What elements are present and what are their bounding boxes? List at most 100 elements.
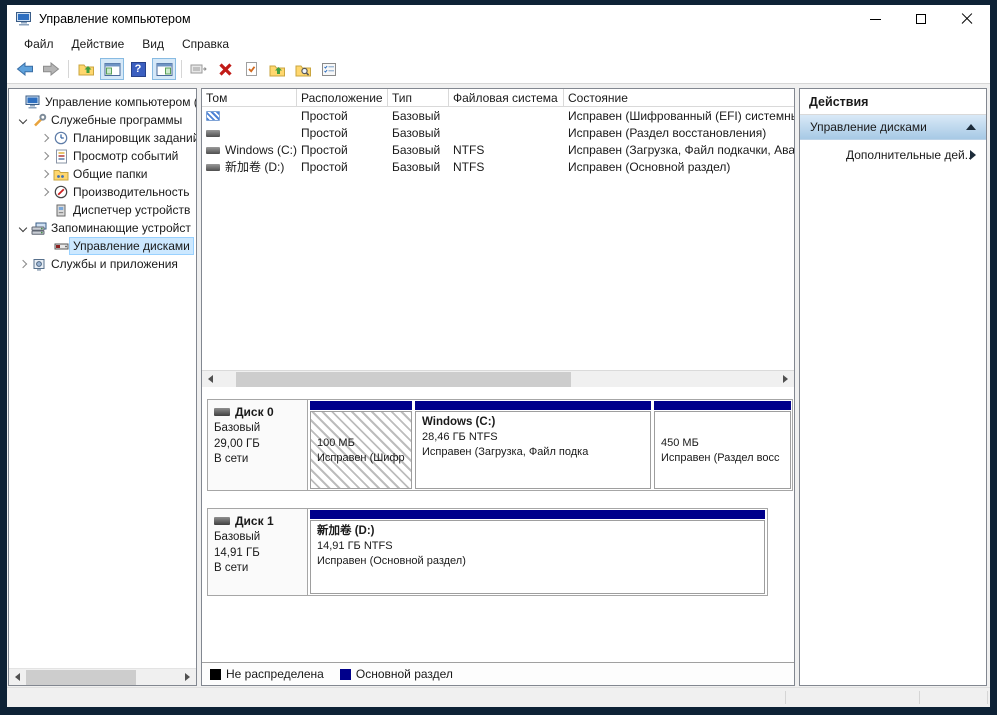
volume-status: Исправен (Шифрованный (EFI) системнь: [564, 109, 794, 123]
unallocated-color-swatch: [210, 669, 221, 680]
expand-collapse-toggle[interactable]: [37, 131, 52, 145]
partition-title: 新加卷 (D:): [317, 523, 758, 539]
expander-placeholder: [37, 203, 52, 217]
volume-row-recovery[interactable]: Простой Базовый Исправен (Раздел восстан…: [202, 124, 794, 141]
maximize-button[interactable]: [898, 5, 944, 33]
menu-view[interactable]: Вид: [133, 35, 173, 53]
tree-item-disk-management[interactable]: Управление дисками: [9, 237, 196, 255]
tree-item-shared-folders[interactable]: Общие папки: [9, 165, 196, 183]
show-action-pane-button[interactable]: [152, 58, 176, 80]
tree-item-system-tools[interactable]: Служебные программы: [9, 111, 196, 129]
computer-icon: [24, 94, 42, 110]
chevron-right-icon: [40, 170, 48, 178]
expand-collapse-toggle[interactable]: [15, 113, 30, 127]
tree-item-device-manager[interactable]: Диспетчер устройств: [9, 201, 196, 219]
shared-folders-icon: [52, 166, 70, 182]
efi-volume-icon: [206, 111, 220, 121]
tree-item-label: Общие папки: [70, 166, 150, 182]
forward-button[interactable]: [39, 58, 63, 80]
scrollbar-thumb[interactable]: [236, 372, 571, 387]
volume-type: Базовый: [388, 143, 449, 157]
expand-collapse-toggle[interactable]: [37, 185, 52, 199]
toolbar: ?: [7, 55, 990, 84]
task-list-button[interactable]: [317, 58, 341, 80]
explore-button[interactable]: [291, 58, 315, 80]
scroll-left-arrow[interactable]: [202, 371, 219, 388]
disk-0-label[interactable]: Диск 0 Базовый 29,00 ГБ В сети: [208, 400, 308, 490]
disk-0-row: Диск 0 Базовый 29,00 ГБ В сети 100 МБ Ис…: [207, 399, 793, 491]
partition-color-bar: [310, 401, 412, 410]
expander-placeholder: [37, 239, 52, 253]
volume-filesystem: NTFS: [449, 143, 564, 157]
column-header-status[interactable]: Состояние: [564, 89, 794, 106]
disk-management-panel: Том Расположение Тип Файловая система Со…: [201, 88, 795, 686]
expand-collapse-toggle[interactable]: [37, 149, 52, 163]
actions-item-more-actions[interactable]: Дополнительные дей...: [800, 140, 986, 170]
volume-row-efi[interactable]: Простой Базовый Исправен (Шифрованный (E…: [202, 107, 794, 124]
task-scheduler-icon: [52, 130, 70, 146]
disk-status: В сети: [214, 561, 301, 577]
legend-unallocated: Не распределена: [210, 667, 324, 681]
checklist-icon: [321, 62, 337, 77]
delete-button[interactable]: [213, 58, 237, 80]
tree-item-services-applications[interactable]: Службы и приложения: [9, 255, 196, 273]
tree-item-event-viewer[interactable]: Просмотр событий: [9, 147, 196, 165]
volume-layout: Простой: [297, 109, 388, 123]
scrollbar-thumb[interactable]: [26, 670, 136, 685]
column-header-volume[interactable]: Том: [202, 89, 297, 106]
menu-help[interactable]: Справка: [173, 35, 238, 53]
collapse-up-icon: [966, 124, 976, 130]
up-one-level-button[interactable]: [74, 58, 98, 80]
menu-action[interactable]: Действие: [63, 35, 134, 53]
scroll-right-arrow[interactable]: [179, 669, 196, 686]
scrollbar-track[interactable]: [26, 669, 179, 686]
volume-list-horizontal-scrollbar[interactable]: [202, 370, 794, 387]
chevron-right-icon: [40, 134, 48, 142]
expand-collapse-toggle[interactable]: [15, 221, 30, 235]
scroll-left-arrow[interactable]: [9, 669, 26, 686]
properties-button[interactable]: [239, 58, 263, 80]
export-list-button[interactable]: [187, 58, 211, 80]
expand-collapse-toggle[interactable]: [15, 257, 30, 271]
partition-windows-c[interactable]: Windows (C:) 28,46 ГБ NTFS Исправен (Заг…: [415, 401, 651, 489]
column-header-type[interactable]: Тип: [388, 89, 449, 106]
maximize-icon: [916, 14, 926, 24]
export-list-icon: [190, 63, 208, 75]
partition-efi[interactable]: 100 МБ Исправен (Шифр: [310, 401, 412, 489]
partition-recovery[interactable]: 450 МБ Исправен (Раздел восс: [654, 401, 791, 489]
column-header-filesystem[interactable]: Файловая система: [449, 89, 564, 106]
tree-horizontal-scrollbar[interactable]: [9, 668, 196, 685]
volume-row-d[interactable]: 新加卷 (D:) Простой Базовый NTFS Исправен (…: [202, 158, 794, 175]
minimize-button[interactable]: [852, 5, 898, 33]
tree-item-storage[interactable]: Запоминающие устройст: [9, 219, 196, 237]
back-button[interactable]: [13, 58, 37, 80]
menu-file[interactable]: Файл: [15, 35, 63, 53]
tree-item-performance[interactable]: Производительность: [9, 183, 196, 201]
event-viewer-icon: [52, 148, 70, 164]
actions-group-disk-management[interactable]: Управление дисками: [800, 115, 986, 140]
open-button[interactable]: [265, 58, 289, 80]
volume-row-windows-c[interactable]: Windows (C:) Простой Базовый NTFS Исправ…: [202, 141, 794, 158]
folder-up-icon: [78, 62, 95, 76]
scroll-right-arrow[interactable]: [777, 371, 794, 388]
toolbar-separator: [181, 60, 182, 78]
disk-1-label[interactable]: Диск 1 Базовый 14,91 ГБ В сети: [208, 509, 308, 595]
tree-item-task-scheduler[interactable]: Планировщик заданий: [9, 129, 196, 147]
chevron-down-icon: [18, 116, 26, 124]
scrollbar-track[interactable]: [219, 371, 777, 388]
partition-d[interactable]: 新加卷 (D:) 14,91 ГБ NTFS Исправен (Основно…: [310, 510, 765, 594]
disk-name: Диск 0: [235, 405, 274, 419]
column-header-layout[interactable]: Расположение: [297, 89, 388, 106]
console-tree: Управление компьютером (л Служебные прог…: [9, 89, 196, 273]
action-pane-icon: [156, 62, 173, 77]
expand-collapse-toggle[interactable]: [37, 167, 52, 181]
folder-search-icon: [295, 62, 312, 77]
volume-list-header: Том Расположение Тип Файловая система Со…: [202, 89, 794, 107]
show-console-tree-button[interactable]: [100, 58, 124, 80]
partition-status: Исправен (Шифр: [317, 451, 405, 466]
tree-item-computer-management[interactable]: Управление компьютером (л: [9, 93, 196, 111]
disk-icon: [214, 408, 230, 416]
volume-icon: [206, 130, 220, 137]
close-button[interactable]: [944, 5, 990, 33]
help-button[interactable]: ?: [126, 58, 150, 80]
